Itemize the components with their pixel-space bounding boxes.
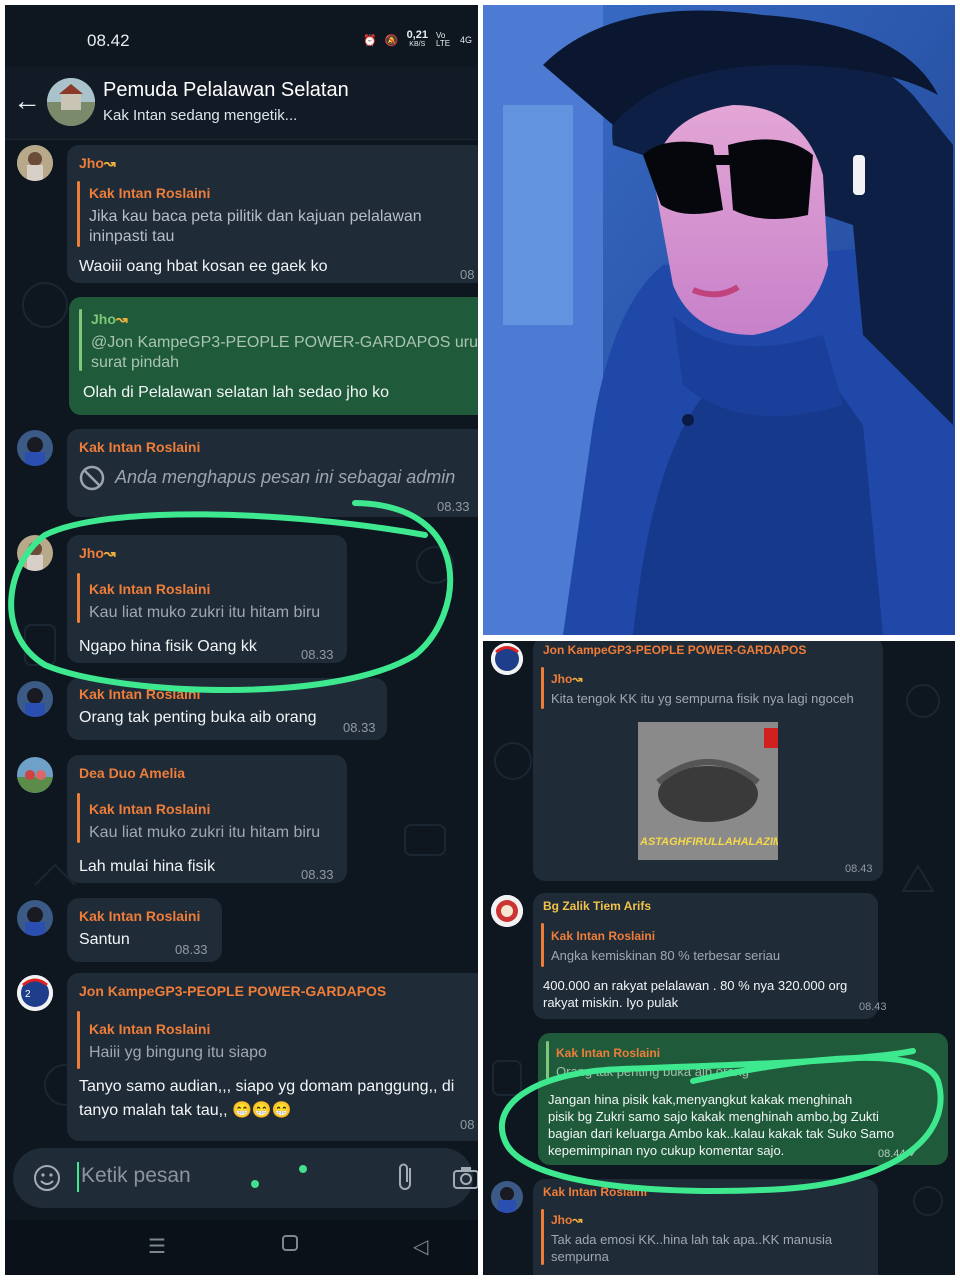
photo-panel (483, 5, 955, 635)
highlight-circle (498, 1048, 944, 1194)
left-chat-screenshot: 08.42 ⏰ 🔕 0,21 KB/S Vo LTE 4G ← Pemuda Pe… (5, 5, 478, 1275)
highlight-circle (8, 500, 454, 693)
right-chat-screenshot: Jon KampeGP3-PEOPLE POWER-GARDAPOS Jho↝ … (483, 641, 955, 1275)
portrait-photo (483, 5, 955, 635)
